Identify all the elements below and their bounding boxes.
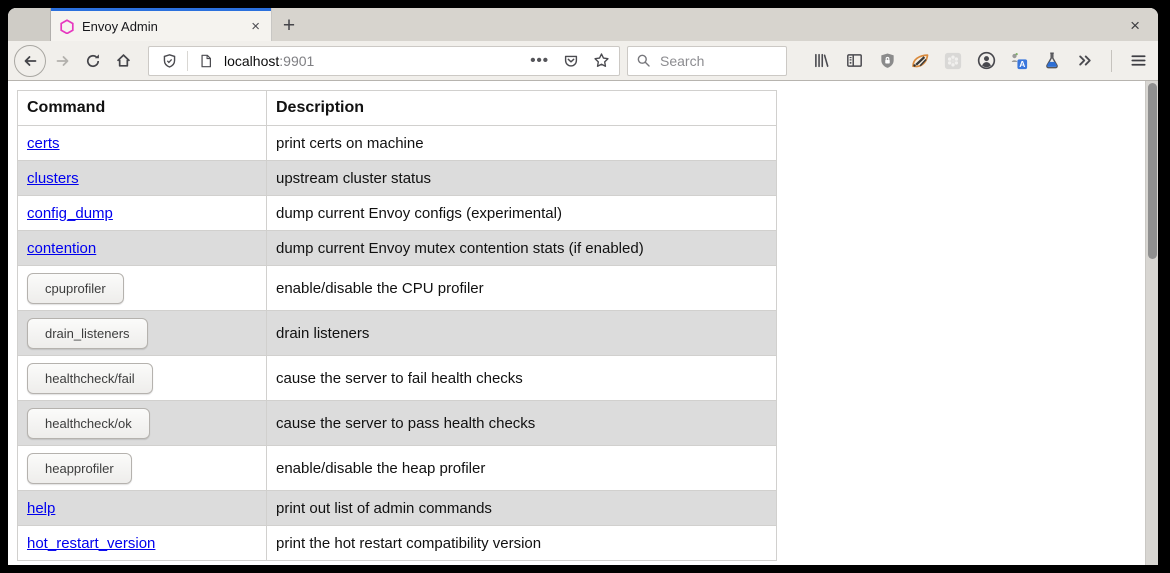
description-cell: print the hot restart compatibility vers… — [267, 526, 777, 561]
pocket-icon[interactable] — [559, 53, 583, 69]
command-link[interactable]: clusters — [27, 170, 79, 187]
table-row: config_dump dump current Envoy configs (e… — [18, 196, 777, 231]
table-row: clusters upstream cluster status — [18, 161, 777, 196]
lab-flask-icon[interactable] — [1042, 51, 1062, 71]
table-row: certs print certs on machine — [18, 126, 777, 161]
command-cell: certs — [18, 126, 267, 161]
search-input[interactable] — [658, 52, 778, 70]
disabled-extension-icon[interactable] — [943, 51, 963, 71]
description-cell: cause the server to pass health checks — [267, 401, 777, 446]
search-icon — [636, 53, 651, 68]
command-cell: help — [18, 491, 267, 526]
command-cell: config_dump — [18, 196, 267, 231]
forward-button[interactable] — [48, 46, 78, 76]
toolbar-right-icons: A — [811, 50, 1148, 72]
account-icon[interactable] — [976, 51, 996, 71]
page-actions-icon[interactable]: ••• — [526, 52, 553, 69]
command-link[interactable]: config_dump — [27, 205, 113, 222]
page-content: Command Description certs print certs on … — [8, 81, 1158, 565]
table-row: healthcheck/ok cause the server to pass h… — [18, 401, 777, 446]
description-cell: dump current Envoy mutex contention stat… — [267, 231, 777, 266]
description-cell: enable/disable the heap profiler — [267, 446, 777, 491]
scrollbar-thumb[interactable] — [1148, 83, 1157, 259]
description-cell: drain listeners — [267, 311, 777, 356]
translate-extension-icon[interactable]: A — [1009, 51, 1029, 71]
privacy-badger-icon[interactable] — [910, 51, 930, 71]
command-button[interactable]: healthcheck/fail — [27, 363, 153, 394]
command-cell: heapprofiler — [18, 446, 267, 491]
titlebar-spacer — [8, 8, 50, 41]
table-row: help print out list of admin commands — [18, 491, 777, 526]
command-cell: contention — [18, 231, 267, 266]
url-host: localhost — [224, 53, 279, 69]
urlbar-separator — [187, 51, 188, 71]
library-icon[interactable] — [811, 51, 831, 71]
command-cell: hot_restart_version — [18, 526, 267, 561]
description-header: Description — [267, 91, 777, 126]
description-cell: enable/disable the CPU profiler — [267, 266, 777, 311]
tracking-protection-shield-icon[interactable] — [157, 53, 181, 69]
url-text: localhost:9901 — [224, 53, 520, 69]
url-port: :9901 — [279, 53, 314, 69]
shield-lock-extension-icon[interactable] — [877, 51, 897, 71]
reload-button[interactable] — [78, 46, 108, 76]
command-button[interactable]: healthcheck/ok — [27, 408, 150, 439]
tab-close-icon[interactable]: × — [248, 19, 263, 34]
menu-hamburger-icon[interactable] — [1128, 51, 1148, 71]
command-cell: healthcheck/ok — [18, 401, 267, 446]
command-table-body: certs print certs on machine clusters upstr… — [18, 126, 777, 561]
command-button[interactable]: drain_listeners — [27, 318, 148, 349]
home-button[interactable] — [108, 46, 138, 76]
command-cell: healthcheck/fail — [18, 356, 267, 401]
table-row: drain_listeners drain listeners — [18, 311, 777, 356]
command-link[interactable]: hot_restart_version — [27, 535, 155, 552]
sidebar-toggle-icon[interactable] — [844, 51, 864, 71]
table-row: cpuprofiler enable/disable the CPU profil… — [18, 266, 777, 311]
admin-commands-table: Command Description certs print certs on … — [17, 90, 777, 561]
table-row: contention dump current Envoy mutex conte… — [18, 231, 777, 266]
table-header-row: Command Description — [18, 91, 777, 126]
new-tab-button[interactable]: + — [272, 8, 306, 41]
table-row: heapprofiler enable/disable the heap prof… — [18, 446, 777, 491]
command-button[interactable]: heapprofiler — [27, 453, 132, 484]
command-cell: drain_listeners — [18, 311, 267, 356]
browser-window: Envoy Admin × + × localhost:9901 — [8, 8, 1158, 565]
search-bar[interactable] — [627, 46, 787, 76]
command-link[interactable]: help — [27, 500, 55, 517]
command-button[interactable]: cpuprofiler — [27, 273, 124, 304]
bookmark-star-icon[interactable] — [589, 52, 613, 69]
tab-envoy-admin[interactable]: Envoy Admin × — [50, 8, 272, 41]
description-cell: dump current Envoy configs (experimental… — [267, 196, 777, 231]
description-cell: print certs on machine — [267, 126, 777, 161]
svg-text:A: A — [1019, 58, 1025, 68]
overflow-chevron-icon[interactable] — [1075, 51, 1095, 71]
table-row: healthcheck/fail cause the server to fail… — [18, 356, 777, 401]
scrollbar-track[interactable] — [1145, 81, 1158, 565]
tab-bar: Envoy Admin × + × — [8, 8, 1158, 41]
back-button[interactable] — [14, 45, 46, 77]
command-cell: cpuprofiler — [18, 266, 267, 311]
command-link[interactable]: certs — [27, 135, 60, 152]
page-info-icon[interactable] — [194, 53, 218, 69]
envoy-favicon-icon — [60, 19, 74, 34]
description-cell: upstream cluster status — [267, 161, 777, 196]
url-bar[interactable]: localhost:9901 ••• — [148, 46, 620, 76]
tab-title: Envoy Admin — [82, 19, 240, 34]
window-close-button[interactable]: × — [1130, 15, 1140, 35]
description-cell: print out list of admin commands — [267, 491, 777, 526]
screenshot-root: { "browser": { "tab": { "title": "Envoy … — [0, 0, 1170, 573]
command-header: Command — [18, 91, 267, 126]
table-row: hot_restart_version print the hot restart… — [18, 526, 777, 561]
navigation-toolbar: localhost:9901 ••• — [8, 41, 1158, 81]
toolbar-separator — [1111, 50, 1112, 72]
description-cell: cause the server to fail health checks — [267, 356, 777, 401]
command-cell: clusters — [18, 161, 267, 196]
command-link[interactable]: contention — [27, 240, 96, 257]
